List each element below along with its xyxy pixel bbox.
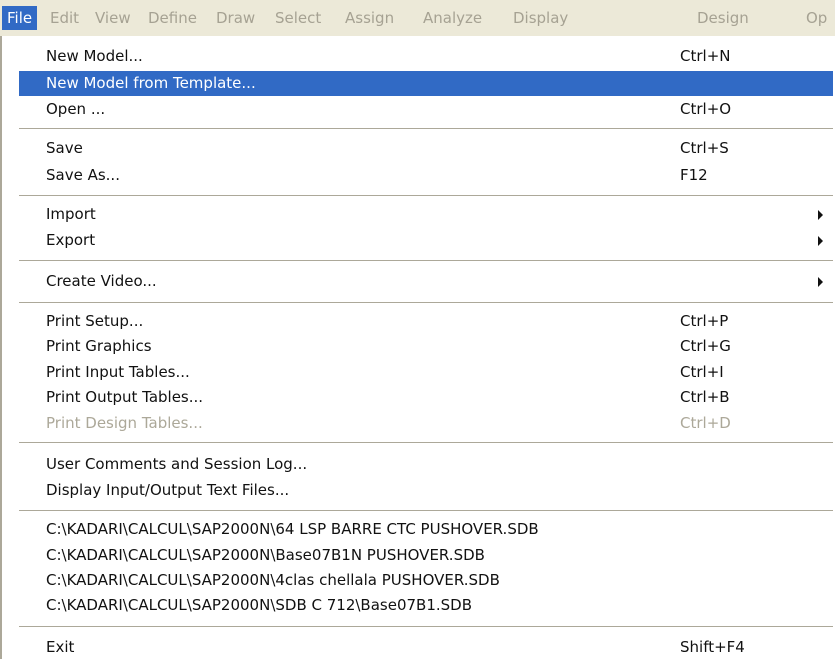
menu-item-label: Create Video... <box>46 272 157 290</box>
submenu-arrow-icon <box>818 277 823 287</box>
menu-item-shortcut: Ctrl+B <box>680 388 730 406</box>
menu-item-label: Print Graphics <box>46 337 152 355</box>
submenu-arrow-icon <box>818 210 823 220</box>
menu-item-display-io-files[interactable]: Display Input/Output Text Files... <box>19 478 833 503</box>
menu-item-save-as[interactable]: Save As... F12 <box>19 163 833 188</box>
menu-item-shortcut: Ctrl+N <box>680 47 731 65</box>
file-menu-dropdown: New Model... Ctrl+N New Model from Templ… <box>0 36 835 659</box>
menu-item-new-model-from-template[interactable]: New Model from Template... <box>19 71 833 96</box>
menu-display[interactable]: Display <box>508 6 573 30</box>
menu-item-shortcut: Ctrl+P <box>680 312 729 330</box>
recent-file-path: C:\KADARI\CALCUL\SAP2000N\Base07B1N PUSH… <box>46 546 485 564</box>
menu-item-shortcut: F12 <box>680 166 708 184</box>
menu-item-label: Print Design Tables... <box>46 414 203 432</box>
menu-item-shortcut: Ctrl+D <box>680 414 731 432</box>
recent-file-path: C:\KADARI\CALCUL\SAP2000N\4clas chellala… <box>46 571 500 589</box>
menu-item-shortcut: Ctrl+S <box>680 139 729 157</box>
menu-item-user-comments[interactable]: User Comments and Session Log... <box>19 452 833 477</box>
recent-file-path: C:\KADARI\CALCUL\SAP2000N\SDB C 712\Base… <box>46 596 473 614</box>
menu-separator <box>19 128 833 129</box>
menu-item-create-video[interactable]: Create Video... <box>19 269 833 294</box>
menu-view[interactable]: View <box>90 6 136 30</box>
menu-analyze[interactable]: Analyze <box>418 6 487 30</box>
recent-file-2[interactable]: C:\KADARI\CALCUL\SAP2000N\Base07B1N PUSH… <box>19 543 833 568</box>
submenu-arrow-icon <box>818 236 823 246</box>
menu-item-shortcut: Ctrl+G <box>680 337 731 355</box>
menu-separator <box>19 510 833 511</box>
menu-item-exit[interactable]: Exit Shift+F4 <box>19 635 833 659</box>
menu-assign[interactable]: Assign <box>340 6 399 30</box>
menu-item-label: Print Output Tables... <box>46 388 204 406</box>
menu-item-label: Print Input Tables... <box>46 363 190 381</box>
menu-item-label: Open ... <box>46 100 106 118</box>
recent-file-4[interactable]: C:\KADARI\CALCUL\SAP2000N\SDB C 712\Base… <box>19 593 833 618</box>
menu-item-print-design-tables[interactable]: Print Design Tables... Ctrl+D <box>19 411 833 436</box>
menu-edit[interactable]: Edit <box>45 6 84 30</box>
menu-item-label: Print Setup... <box>46 312 144 330</box>
menu-separator <box>19 302 833 303</box>
recent-file-path: C:\KADARI\CALCUL\SAP2000N\64 LSP BARRE C… <box>46 520 539 538</box>
menu-item-print-graphics[interactable]: Print Graphics Ctrl+G <box>19 334 833 359</box>
menu-separator <box>19 195 833 196</box>
menu-item-label: Display Input/Output Text Files... <box>46 481 290 499</box>
menu-item-label: Save As... <box>46 166 120 184</box>
menu-draw[interactable]: Draw <box>211 6 260 30</box>
menu-item-print-input-tables[interactable]: Print Input Tables... Ctrl+I <box>19 360 833 385</box>
menu-item-new-model[interactable]: New Model... Ctrl+N <box>19 44 833 69</box>
menu-file[interactable]: File <box>2 6 38 30</box>
recent-file-1[interactable]: C:\KADARI\CALCUL\SAP2000N\64 LSP BARRE C… <box>19 517 833 542</box>
menu-options[interactable]: Op <box>801 6 832 30</box>
menu-design[interactable]: Design <box>692 6 754 30</box>
menu-item-print-output-tables[interactable]: Print Output Tables... Ctrl+B <box>19 385 833 410</box>
menu-item-shortcut: Shift+F4 <box>680 638 745 656</box>
menu-separator <box>19 442 833 443</box>
menu-item-save[interactable]: Save Ctrl+S <box>19 136 833 161</box>
recent-file-3[interactable]: C:\KADARI\CALCUL\SAP2000N\4clas chellala… <box>19 568 833 593</box>
menu-item-open[interactable]: Open ... Ctrl+O <box>19 97 833 122</box>
application-window: File Edit View Define Draw Select Assign… <box>0 0 835 659</box>
menu-item-label: Save <box>46 139 83 157</box>
menu-item-print-setup[interactable]: Print Setup... Ctrl+P <box>19 309 833 334</box>
menu-item-shortcut: Ctrl+O <box>680 100 732 118</box>
menu-item-import[interactable]: Import <box>19 202 833 227</box>
menu-item-label: New Model from Template... <box>46 74 256 92</box>
menu-item-label: Import <box>46 205 96 223</box>
menu-item-export[interactable]: Export <box>19 228 833 253</box>
menu-item-shortcut: Ctrl+I <box>680 363 724 381</box>
menu-item-label: Export <box>46 231 96 249</box>
menu-separator <box>19 626 833 627</box>
menu-separator <box>19 260 833 261</box>
menu-item-label: Exit <box>46 638 75 656</box>
menu-item-label: New Model... <box>46 47 143 65</box>
menu-define[interactable]: Define <box>143 6 202 30</box>
menu-item-label: User Comments and Session Log... <box>46 455 308 473</box>
menu-bar: File Edit View Define Draw Select Assign… <box>0 0 835 36</box>
menu-select[interactable]: Select <box>270 6 326 30</box>
